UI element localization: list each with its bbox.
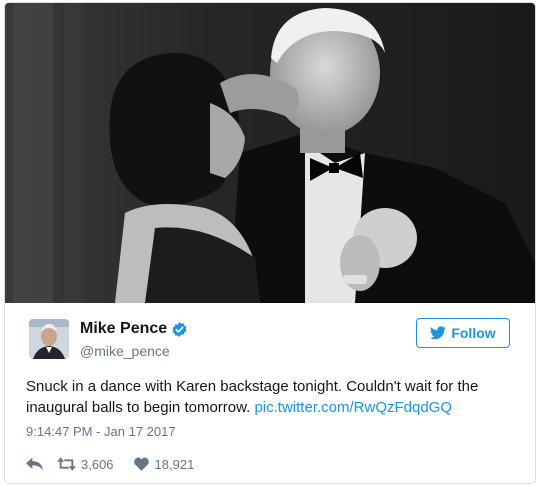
tweet-text: Snuck in a dance with Karen backstage to… [26,376,526,418]
tweet-timestamp[interactable]: 9:14:47 PM - Jan 17 2017 [26,424,176,439]
heart-icon [133,457,149,471]
tweet-media-link[interactable]: pic.twitter.com/RwQzFdqdGQ [254,399,452,416]
tweet-header: Mike Pence @mike_pence Follow [5,303,535,373]
tweet-actions: 3,606 18,921 [26,456,194,472]
retweet-icon [57,457,76,471]
tweet-photo[interactable] [5,3,535,303]
retweet-count: 3,606 [81,456,114,472]
avatar-image [29,319,69,359]
follow-button[interactable]: Follow [416,318,510,348]
reply-arrow-icon [26,457,43,471]
like-count: 18,921 [154,456,195,472]
twitter-bird-icon [430,326,447,340]
verified-badge-icon [172,322,187,337]
tweet-card: Mike Pence @mike_pence Follow Snuck in a… [4,2,536,484]
author-name[interactable]: Mike Pence [80,320,167,338]
author-handle[interactable]: @mike_pence [80,343,170,359]
author-avatar[interactable] [29,319,69,359]
reply-button[interactable] [26,457,43,471]
like-button[interactable]: 18,921 [133,456,195,472]
retweet-button[interactable]: 3,606 [57,457,114,472]
photo-image [5,3,535,303]
follow-label: Follow [451,325,496,341]
